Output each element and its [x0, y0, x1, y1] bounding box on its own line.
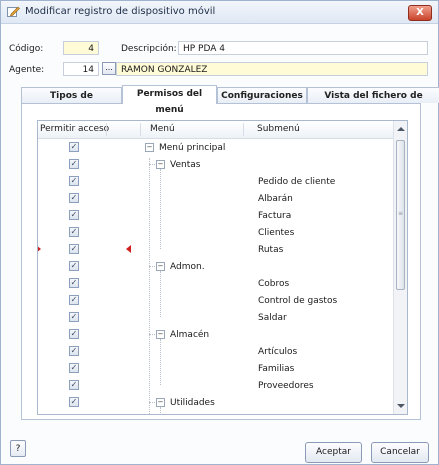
permitir-acceso-checkbox[interactable]: ✓: [69, 261, 79, 271]
submenu-cell: Rutas: [258, 245, 284, 255]
dialog-window: Modificar registro de dispositivo móvil …: [0, 0, 439, 465]
header-separator: [106, 123, 107, 136]
permitir-acceso-checkbox[interactable]: ✓: [69, 312, 79, 322]
window-title: Modificar registro de dispositivo móvil: [25, 6, 216, 17]
collapse-toggle-icon[interactable]: −: [145, 143, 154, 152]
scroll-down-icon[interactable]: [397, 404, 405, 408]
permitir-acceso-checkbox[interactable]: ✓: [69, 346, 79, 356]
permitir-acceso-checkbox[interactable]: ✓: [69, 244, 79, 254]
agente-name-field: RAMON GONZALEZ: [116, 62, 428, 76]
submenu-cell: Factura: [258, 211, 292, 221]
table-row[interactable]: ✓ − Utilidades: [38, 394, 393, 411]
header-menu[interactable]: Menú: [150, 124, 175, 134]
permissions-grid: Permitir acceso Menú Submenú ✓ − Menú prin…: [37, 120, 408, 415]
table-row[interactable]: ✓ Cobros: [38, 275, 393, 292]
menu-cell: Admon.: [170, 262, 205, 272]
table-row[interactable]: ✓ − Almacén: [38, 326, 393, 343]
collapse-toggle-icon[interactable]: −: [156, 160, 165, 169]
collapse-toggle-icon[interactable]: −: [156, 330, 165, 339]
permitir-acceso-checkbox[interactable]: ✓: [69, 176, 79, 186]
scrollbar-grip-icon: ≡: [398, 210, 404, 217]
table-row[interactable]: ✓ Clientes: [38, 224, 393, 241]
table-row[interactable]: ✓ − Ventas: [38, 156, 393, 173]
collapse-toggle-icon[interactable]: −: [156, 262, 165, 271]
vertical-scrollbar[interactable]: ≡: [393, 121, 407, 414]
current-row-indicator-icon: [38, 245, 41, 253]
header-submenu[interactable]: Submenú: [257, 124, 300, 134]
table-row[interactable]: ✓ Albarán: [38, 190, 393, 207]
submenu-cell: Albarán: [258, 194, 293, 204]
tab-vista-fichero-articulos[interactable]: Vista del fichero de artículos: [307, 87, 439, 117]
menu-cell: Almacén: [170, 330, 210, 340]
scroll-up-icon[interactable]: [397, 127, 405, 131]
permitir-acceso-checkbox[interactable]: ✓: [69, 227, 79, 237]
permitir-acceso-checkbox[interactable]: ✓: [69, 397, 79, 407]
table-row[interactable]: ✓ Rutas: [38, 241, 393, 258]
submenu-cell: Familias: [258, 364, 295, 374]
permitir-acceso-checkbox[interactable]: ✓: [69, 380, 79, 390]
cancel-button[interactable]: Cancelar: [371, 442, 429, 463]
table-row[interactable]: ✓ Saldar: [38, 309, 393, 326]
permitir-acceso-checkbox[interactable]: ✓: [69, 278, 79, 288]
menu-cell: Utilidades: [170, 398, 215, 408]
table-row[interactable]: ✓Calculadora: [38, 411, 393, 415]
submenu-cell: Pedido de cliente: [258, 177, 336, 187]
permitir-acceso-checkbox[interactable]: ✓: [69, 142, 79, 152]
tree-line: [160, 169, 161, 249]
table-row[interactable]: ✓ Control de gastos: [38, 292, 393, 309]
table-row[interactable]: ✓ − Menú principal: [38, 139, 393, 156]
tree-line: [149, 158, 150, 414]
tree-line: [160, 407, 161, 414]
permitir-acceso-checkbox[interactable]: ✓: [69, 363, 79, 373]
edit-document-icon: [7, 6, 20, 17]
permitir-acceso-checkbox[interactable]: ✓: [69, 295, 79, 305]
grid-header: Permitir acceso Menú Submenú: [38, 121, 393, 139]
submenu-cell: Control de gastos: [258, 296, 338, 306]
table-row[interactable]: ✓ Pedido de cliente: [38, 173, 393, 190]
agente-lookup-button[interactable]: ...: [102, 62, 116, 75]
row-marker-icon: [126, 245, 131, 253]
title-bar: Modificar registro de dispositivo móvil …: [1, 1, 438, 24]
scrollbar-thumb[interactable]: ≡: [396, 140, 405, 290]
permitir-acceso-checkbox[interactable]: ✓: [69, 210, 79, 220]
tab-configuraciones[interactable]: Configuraciones: [217, 87, 307, 103]
permitir-acceso-checkbox[interactable]: ✓: [69, 414, 79, 415]
permitir-acceso-checkbox[interactable]: ✓: [69, 193, 79, 203]
tree-line: [160, 339, 161, 385]
table-row[interactable]: ✓ Artículos: [38, 343, 393, 360]
agente-label: Agente:: [9, 65, 45, 75]
permitir-acceso-checkbox[interactable]: ✓: [69, 159, 79, 169]
header-separator: [140, 123, 141, 136]
submenu-cell: Cobros: [258, 279, 290, 289]
submenu-cell: Artículos: [258, 347, 298, 357]
tab-panel: Permitir acceso Menú Submenú ✓ − Menú prin…: [21, 103, 421, 420]
collapse-toggle-icon[interactable]: −: [156, 398, 165, 407]
codigo-label: Código:: [9, 44, 44, 54]
header-separator: [243, 123, 244, 136]
submenu-cell: Saldar: [258, 313, 287, 323]
header-permitir-acceso[interactable]: Permitir acceso: [40, 124, 109, 134]
menu-cell: Ventas: [170, 160, 201, 170]
descripcion-label: Descripción:: [121, 44, 177, 54]
tab-tipos-documentos[interactable]: Tipos de documentos: [21, 87, 122, 117]
submenu-cell: Clientes: [258, 228, 295, 238]
tree-line: [160, 271, 161, 317]
table-row[interactable]: ✓ − Admon.: [38, 258, 393, 275]
permitir-acceso-checkbox[interactable]: ✓: [69, 329, 79, 339]
tab-permisos-menu[interactable]: Permisos del menú: [122, 85, 217, 115]
table-row[interactable]: ✓ Factura: [38, 207, 393, 224]
close-button[interactable]: X: [408, 5, 432, 21]
table-row[interactable]: ✓ Familias: [38, 360, 393, 377]
codigo-field[interactable]: 4: [63, 41, 99, 55]
submenu-cell: Proveedores: [258, 381, 314, 391]
descripcion-field[interactable]: HP PDA 4: [178, 41, 428, 55]
menu-cell: Menú principal: [159, 143, 226, 153]
table-row[interactable]: ✓ Proveedores: [38, 377, 393, 394]
agente-code-field[interactable]: 14: [63, 62, 99, 76]
help-button[interactable]: ?: [10, 440, 26, 457]
accept-button[interactable]: Aceptar: [305, 442, 362, 463]
